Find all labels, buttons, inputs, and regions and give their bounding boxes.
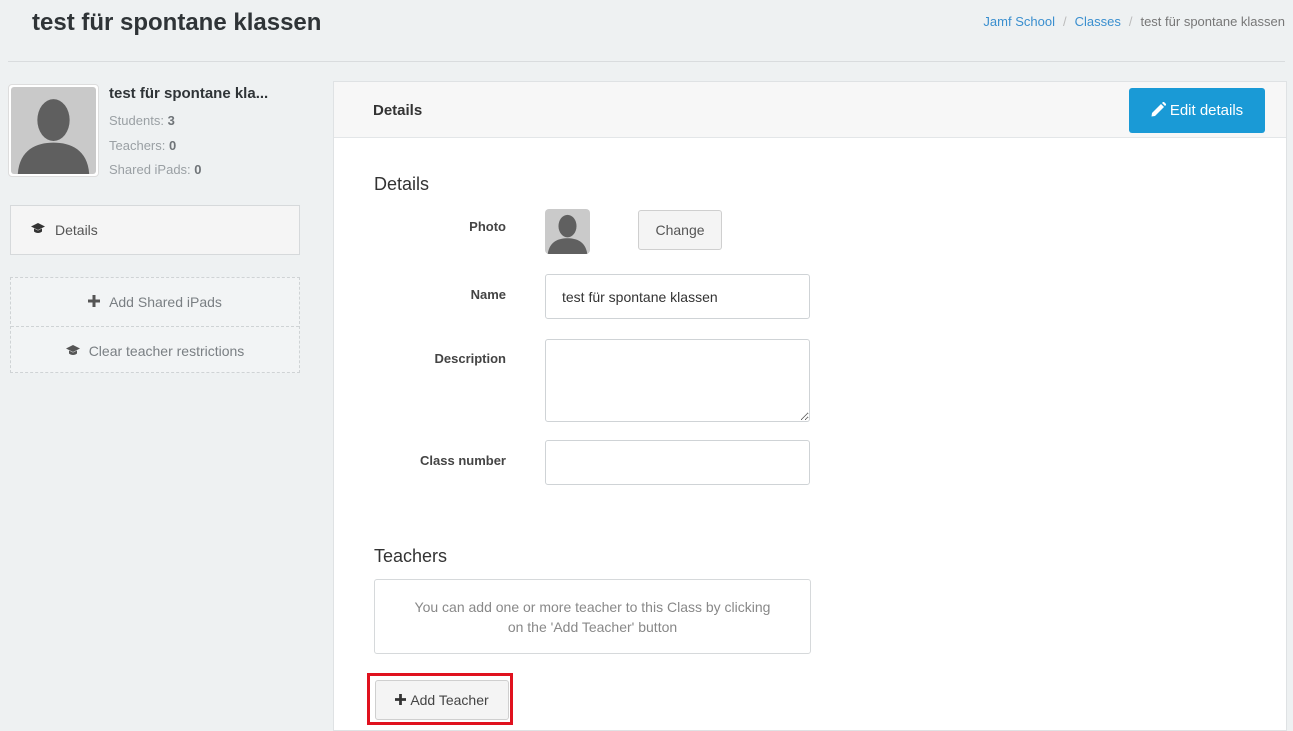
clear-teacher-restrictions-button[interactable]: Clear teacher restrictions xyxy=(11,326,299,374)
pencil-icon xyxy=(1151,101,1167,120)
description-input[interactable] xyxy=(545,339,810,422)
panel-header: Details Edit details xyxy=(334,82,1286,138)
sidebar-item-label: Details xyxy=(55,222,98,238)
name-label: Name xyxy=(470,287,506,302)
details-section-title: Details xyxy=(374,174,430,194)
class-photo xyxy=(545,209,590,254)
breadcrumb-current: test für spontane klassen xyxy=(1140,14,1285,29)
teachers-empty-message: You can add one or more teacher to this … xyxy=(414,598,771,635)
stat-shared-ipads: Shared iPads: 0 xyxy=(109,162,202,177)
panel-title: Details xyxy=(373,102,423,119)
class-avatar xyxy=(8,84,99,177)
page-title: test für spontane klassen xyxy=(32,9,322,36)
edit-details-button[interactable]: Edit details xyxy=(1129,88,1265,133)
name-input[interactable] xyxy=(545,274,810,319)
sidebar-actions: Add Shared iPads Clear teacher restricti… xyxy=(10,277,300,373)
add-shared-ipads-button[interactable]: Add Shared iPads xyxy=(11,278,299,326)
plus-icon xyxy=(395,692,407,708)
sidebar-item-details[interactable]: Details xyxy=(10,205,300,255)
graduation-cap-icon xyxy=(31,223,45,237)
breadcrumb-jamf-school[interactable]: Jamf School xyxy=(983,14,1055,29)
class-profile: test für spontane kla... Students: 3 Tea… xyxy=(8,84,300,178)
change-photo-button[interactable]: Change xyxy=(638,210,722,250)
person-icon xyxy=(17,99,90,174)
graduation-cap-icon xyxy=(65,343,80,359)
breadcrumb: Jamf School / Classes / test für spontane kl… xyxy=(983,14,1285,29)
person-icon xyxy=(547,214,588,254)
details-panel: Details Edit details Details Photo Chang… xyxy=(333,81,1287,731)
class-name: test für spontane kla... xyxy=(109,85,269,102)
breadcrumb-classes[interactable]: Classes xyxy=(1075,14,1121,29)
stat-teachers: Teachers: 0 xyxy=(109,138,177,153)
class-number-label: Class number xyxy=(420,453,506,468)
stat-students: Students: 3 xyxy=(109,113,175,128)
teachers-section-title: Teachers xyxy=(374,546,448,566)
plus-icon xyxy=(88,294,101,310)
description-label: Description xyxy=(434,351,506,366)
add-teacher-button[interactable]: Add Teacher xyxy=(375,680,509,720)
teachers-empty-state: You can add one or more teacher to this … xyxy=(374,579,811,654)
photo-label: Photo xyxy=(469,219,506,234)
class-number-input[interactable] xyxy=(545,440,810,485)
header-divider xyxy=(8,61,1285,62)
